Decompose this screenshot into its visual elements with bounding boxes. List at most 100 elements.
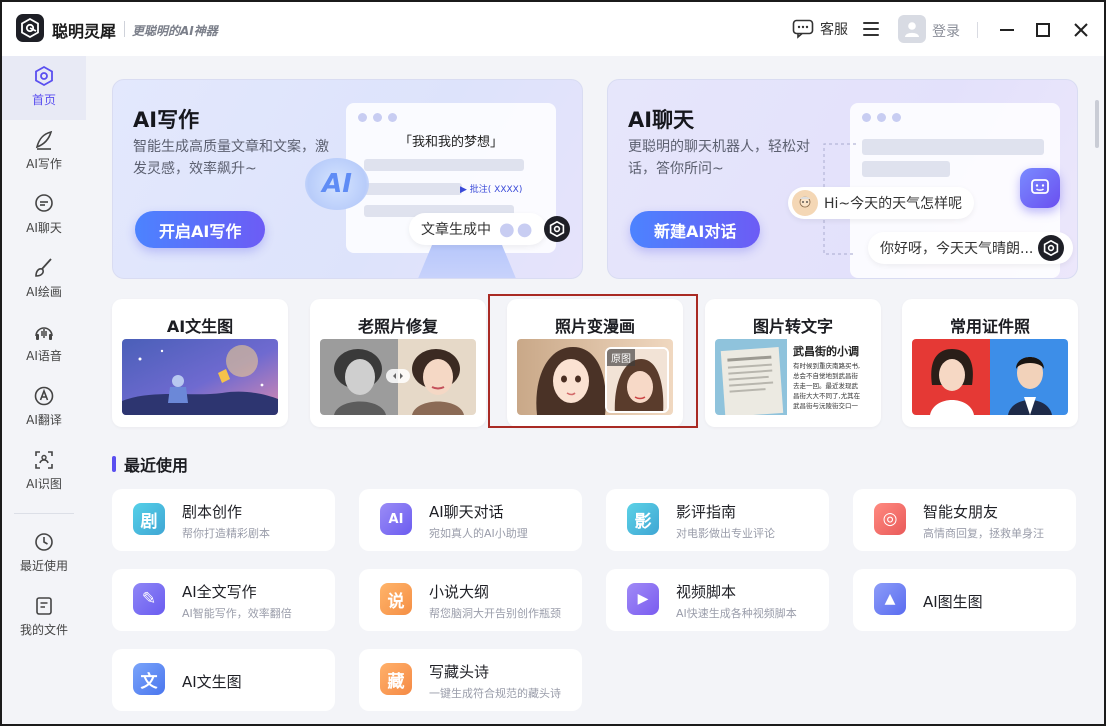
mock-text-line [862,161,950,177]
user-avatar-icon [792,190,818,216]
customer-service-label: 客服 [820,22,848,38]
sidebar-item-label: AI语音 [26,349,62,363]
recent-section-title: 最近使用 [112,452,188,476]
mock-text-line [364,183,462,195]
id-photo-thumbnail [912,339,1068,415]
recent-item-title: 影评指南 [676,503,737,521]
recent-item-subtitle: 帮你打造精彩剧本 [182,527,270,540]
sidebar-item-label: AI识图 [26,477,62,491]
recent-item-video-script[interactable]: ▶ 视频脚本 AI快速生成各种视频脚本 [606,569,829,631]
sidebar-item-label: 我的文件 [19,623,68,637]
hero-card-ai-writing[interactable]: AI写作 智能生成高质量文章和文案，激发灵感，效率飙升~ 开启AI写作 「我和我… [112,79,583,279]
feature-card-image-to-text[interactable]: 图片转文字 武昌街的小调 有时候到重庆南路买书, 总会不自觉地到武昌街 去走一回… [705,299,881,427]
sidebar-item-label: 首页 [31,93,56,107]
chat-bubble-icon [792,19,814,39]
recent-item-title: 剧本创作 [182,503,243,521]
extracted-text: 有时候到重庆南路买书, 总会不自觉地到武昌街 去走一回。最近发现武 昌街大大不同… [793,362,861,410]
sidebar-item-label: AI写作 [26,157,62,171]
app-logo-icon [544,216,570,242]
minimize-icon[interactable] [998,21,1016,39]
text-to-image-thumbnail [122,339,278,415]
feature-title: AI文生图 [166,317,234,336]
feature-title: 常用证件照 [949,317,1030,336]
sidebar-item-ai-recognition[interactable]: AI识图 [2,440,86,504]
recent-item-subtitle: AI智能写作，效率翻倍 [182,607,292,620]
recent-item-script-writing[interactable]: 剧 剧本创作 帮你打造精彩剧本 [112,489,335,551]
translate-icon [34,386,54,406]
recent-item-acrostic-poem[interactable]: 藏 写藏头诗 一键生成符合规范的藏头诗 [359,649,582,711]
recent-item-novel-outline[interactable]: 说 小说大纲 帮您脑洞大开告别创作瓶颈 [359,569,582,631]
start-ai-writing-button[interactable]: 开启AI写作 [135,211,266,248]
quill-icon: ✎ [133,583,165,615]
sidebar-item-home[interactable]: 首页 [2,56,86,120]
image-to-image-icon: ▲ [874,583,906,615]
recent-item-title: AI聊天对话 [429,503,504,521]
feature-card-text-to-image[interactable]: AI文生图 [112,299,288,427]
recent-item-ai-chat[interactable]: AI AI聊天对话 宛如真人的AI小助理 [359,489,582,551]
sidebar-item-label: AI聊天 [26,221,62,235]
app-logo-icon [1038,235,1064,261]
text-to-image-icon: 文 [133,663,165,695]
recent-item-text-to-image[interactable]: 文 AI文生图 [112,649,335,711]
sidebar-item-ai-chat[interactable]: AI聊天 [2,184,86,248]
customer-service-button[interactable]: 客服 [792,19,848,39]
mock-note: ▶ 批注( XXXX) [460,185,523,195]
selection-highlight [488,294,698,428]
extracted-title: 武昌街的小调 [793,345,859,358]
recent-item-subtitle: AI快速生成各种视频脚本 [676,607,797,620]
maximize-icon[interactable] [1034,21,1052,39]
recent-item-subtitle: 高情商回复，拯救单身汪 [923,527,1044,540]
sidebar-item-ai-voice[interactable]: AI语音 [2,312,86,376]
feature-title: 图片转文字 [752,317,833,336]
ai-chat-icon: AI [380,503,412,535]
menu-icon[interactable] [863,22,879,36]
avatar[interactable] [898,15,926,43]
recent-item-title: AI全文写作 [182,583,257,601]
book-photo [715,339,787,415]
voice-icon [35,327,53,340]
sidebar-item-ai-painting[interactable]: AI绘画 [2,248,86,312]
feature-card-old-photo-restore[interactable]: 老照片修复 [310,299,486,427]
app-window: 聪明灵犀 更聪明的AI神器 客服 登录 首页 AI写作 AI聊天 AI绘画 AI… [0,0,1106,726]
feature-title: 老照片修复 [357,317,438,336]
recent-item-ai-full-writing[interactable]: ✎ AI全文写作 AI智能写作，效率翻倍 [112,569,335,631]
video-script-icon: ▶ [627,583,659,615]
sidebar-item-my-files[interactable]: 我的文件 [2,586,86,650]
sidebar: 首页 AI写作 AI聊天 AI绘画 AI语音 AI翻译 AI识图 最近使用 我的… [2,56,86,724]
sidebar-item-recent[interactable]: 最近使用 [2,522,86,586]
recent-item-subtitle: 对电影做出专业评论 [676,527,775,540]
home-logo-icon [35,65,53,87]
sidebar-item-label: 最近使用 [19,559,68,573]
recent-item-title: 智能女朋友 [923,503,999,521]
feature-card-id-photo[interactable]: 常用证件照 [902,299,1078,427]
recent-item-film-review[interactable]: 影 影评指南 对电影做出专业评论 [606,489,829,551]
hero-title: AI写作 [133,108,200,132]
hero-card-ai-chat[interactable]: AI聊天 更聪明的聊天机器人，轻松对话，答你所问~ 新建AI对话 Hi~今天的天… [607,79,1078,279]
sidebar-item-ai-writing[interactable]: AI写作 [2,120,86,184]
title-divider-2 [977,22,978,38]
hero-description: 更聪明的聊天机器人，轻松对话，答你所问~ [628,139,810,177]
girlfriend-icon: ◎ [874,503,906,535]
clock-icon [35,533,53,551]
sidebar-item-label: AI绘画 [26,285,62,299]
recent-item-subtitle: 一键生成符合规范的藏头诗 [429,687,561,700]
novel-icon: 说 [380,583,412,615]
sidebar-item-ai-translate[interactable]: AI翻译 [2,376,86,440]
close-icon[interactable] [1072,21,1090,39]
recent-item-title: 小说大纲 [429,583,490,601]
scrollbar[interactable] [1095,100,1099,148]
recent-item-image-to-image[interactable]: ▲ AI图生图 [853,569,1076,631]
app-logo-icon [16,14,44,42]
mock-text-line [862,139,1044,155]
sidebar-divider [14,513,74,514]
hero-title: AI聊天 [628,108,695,132]
chat-icon [35,194,53,212]
script-icon: 剧 [133,503,165,535]
scan-icon [35,451,53,469]
loading-dots-icon: ●● [499,218,535,240]
login-link[interactable]: 登录 [932,21,960,41]
new-ai-chat-button[interactable]: 新建AI对话 [630,211,761,248]
recent-item-ai-girlfriend[interactable]: ◎ 智能女朋友 高情商回复，拯救单身汪 [853,489,1076,551]
sidebar-item-label: AI翻译 [26,413,62,427]
poem-icon: 藏 [380,663,412,695]
